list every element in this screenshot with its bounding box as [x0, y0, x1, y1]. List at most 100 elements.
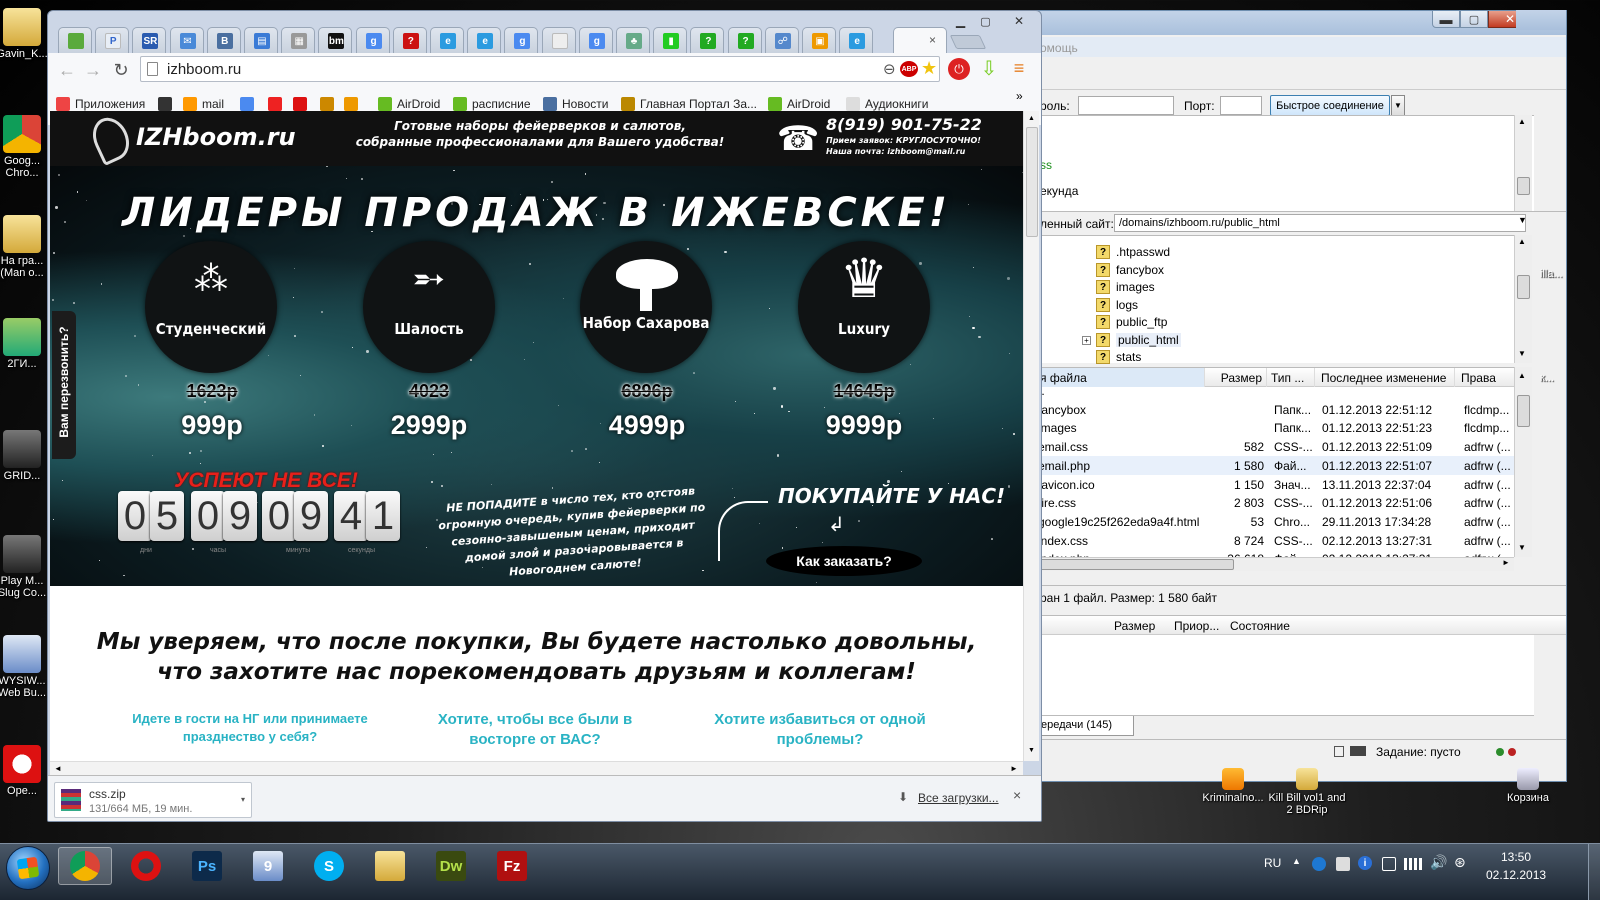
tray-info-icon[interactable]: i — [1358, 856, 1372, 870]
tree-item[interactable]: ? public_ftp — [1034, 314, 1434, 331]
browser-tab[interactable] — [58, 27, 92, 53]
browser-tab[interactable]: g — [504, 27, 539, 53]
minimize-button[interactable]: ▬ — [1432, 11, 1460, 28]
password-input[interactable] — [1078, 96, 1174, 115]
menu-icon[interactable]: ≡ — [1008, 57, 1030, 79]
download-menu-icon[interactable]: ▾ — [241, 795, 245, 804]
file-row[interactable]: email.css 582 CSS-... 01.12.2013 22:51:09 ad… — [1034, 437, 1514, 456]
tree-item[interactable]: ? logs — [1034, 297, 1434, 314]
remote-path-dropdown[interactable]: ▼ — [1518, 215, 1527, 225]
desktop-icon[interactable]: Kill Bill vol1 and 2 BDRip — [1268, 768, 1346, 816]
page-hscrollbar[interactable]: ◄ ► — [50, 761, 1023, 775]
maximize-button[interactable]: ▢ — [973, 13, 998, 29]
column-type[interactable]: Тип ... — [1266, 368, 1314, 387]
browser-tab[interactable]: ☍ — [764, 27, 799, 53]
close-window-button[interactable]: ✕ — [1003, 13, 1035, 29]
bookmark-star-icon[interactable]: ★ — [921, 58, 937, 79]
page-vscrollbar[interactable]: ▲ ▼ — [1023, 111, 1039, 761]
show-desktop-button[interactable] — [1588, 844, 1600, 900]
bookmark-item[interactable] — [293, 97, 312, 111]
tree-item[interactable]: +? public_html — [1034, 332, 1434, 349]
tray-network-icon[interactable] — [1312, 857, 1326, 871]
desktop-icon[interactable]: WYSIW... Web Bu... — [0, 635, 52, 699]
browser-tab[interactable]: ♣ — [616, 27, 650, 53]
file-row[interactable]: email.php 1 580 Фай... 01.12.2013 22:51:07 a… — [1034, 455, 1514, 475]
taskbar-button[interactable]: Fz — [485, 847, 539, 885]
browser-tab[interactable]: SR — [132, 27, 167, 53]
download-extension-icon[interactable]: ⇩ — [978, 57, 1000, 80]
browser-tab[interactable]: e — [839, 27, 874, 53]
desktop-icon[interactable]: Kriminalno... — [1194, 768, 1272, 804]
bookmark-item[interactable]: Приложения — [56, 97, 145, 111]
tray-signal-icon[interactable] — [1404, 858, 1422, 870]
browser-tab[interactable]: ▮ — [653, 27, 688, 53]
new-tab-button[interactable] — [949, 35, 987, 49]
browser-tab[interactable]: g — [578, 27, 613, 53]
browser-tab[interactable]: ▤ — [244, 27, 278, 53]
browser-tab[interactable]: e — [467, 27, 502, 53]
taskbar-button[interactable]: Ps — [180, 847, 234, 885]
browser-tab[interactable]: g — [355, 27, 390, 53]
taskbar-button[interactable]: 9 — [241, 847, 295, 885]
tab-active[interactable]: × — [893, 27, 947, 54]
close-shelf-icon[interactable]: × — [1013, 787, 1021, 803]
file-row[interactable]: .. — [1034, 387, 1514, 400]
extension-stop-icon[interactable]: ⏻ — [948, 58, 970, 80]
forward-icon[interactable]: → — [82, 59, 104, 81]
taskbar-button[interactable] — [363, 847, 417, 885]
taskbar-button[interactable] — [58, 847, 112, 885]
quickconnect-button[interactable]: Быстрое соединение — [1270, 95, 1390, 116]
maximize-button[interactable]: ▢ — [1460, 11, 1488, 28]
port-input[interactable] — [1220, 96, 1262, 115]
more-bookmarks-icon[interactable]: » — [1016, 89, 1023, 103]
minimize-button[interactable]: ▁ — [948, 13, 973, 29]
bookmark-item[interactable]: AirDroid — [378, 97, 440, 111]
bookmark-item[interactable] — [320, 97, 339, 111]
browser-tab[interactable] — [541, 27, 576, 53]
file-list-scrollbar[interactable]: ▲ ▼ — [1514, 367, 1532, 557]
bookmark-item[interactable]: Новости — [543, 97, 608, 111]
tray-app-icon[interactable] — [1336, 857, 1350, 871]
quickconnect-history-dropdown[interactable]: ▼ — [1391, 95, 1405, 116]
desktop-icon[interactable]: 2ГИ... — [0, 318, 52, 370]
column-size[interactable]: Размер — [1204, 368, 1266, 387]
bookmark-item[interactable]: расписние — [453, 97, 531, 111]
desktop-icon[interactable]: GRID... — [0, 430, 52, 482]
product-circle-sakharov[interactable]: Набор Сахарова — [580, 241, 712, 373]
taskbar-button[interactable] — [119, 847, 173, 885]
queue-column-size[interactable]: Размер — [1114, 619, 1155, 633]
file-row[interactable]: index.css 8 724 CSS-... 02.12.2013 13:27:31… — [1034, 531, 1514, 550]
phone-number[interactable]: 8(919) 901-75-22 — [826, 115, 982, 134]
expand-icon[interactable]: + — [1082, 335, 1091, 345]
bookmark-item[interactable]: AirDroid — [768, 97, 830, 111]
tree-item[interactable]: ? images — [1034, 279, 1434, 296]
file-row[interactable]: images Папк... 01.12.2013 22:51:23 flcdmp..… — [1034, 418, 1514, 437]
browser-tab[interactable]: ▦ — [281, 27, 316, 53]
bookmark-item[interactable] — [344, 97, 363, 111]
taskbar-button[interactable]: Dw — [424, 847, 478, 885]
how-to-order-button[interactable]: Как заказать? — [766, 546, 922, 576]
adblock-icon[interactable]: ABP — [900, 61, 918, 77]
browser-tab[interactable]: bm — [318, 27, 353, 53]
clock-time[interactable]: 13:50 — [1486, 850, 1546, 864]
language-indicator[interactable]: RU — [1264, 856, 1281, 870]
omnibox[interactable]: izhboom.ru ⊖ ABP ★ — [140, 56, 940, 82]
file-list-hscrollbar[interactable]: ► — [1034, 557, 1514, 571]
tray-clipboard-icon[interactable] — [1382, 857, 1396, 871]
tree-scrollbar[interactable]: ▲ ▼ — [1514, 235, 1532, 363]
desktop-icon[interactable]: Play M... Slug Co... — [0, 535, 52, 599]
desktop-icon[interactable]: Gavin_K... — [0, 8, 52, 60]
product-circle-luxury[interactable]: ♛ Luxury — [798, 241, 930, 373]
tray-expand-icon[interactable]: ▲ — [1292, 856, 1301, 866]
back-icon[interactable]: ← — [56, 59, 78, 81]
browser-tab[interactable]: В — [206, 27, 241, 53]
bookmark-item[interactable] — [158, 97, 177, 111]
tree-item[interactable]: ? fancybox — [1034, 262, 1434, 279]
all-downloads-link[interactable]: Все загрузки... — [918, 791, 999, 805]
browser-tab[interactable]: ✉ — [169, 27, 204, 53]
browser-tab[interactable]: ? — [392, 27, 427, 53]
queue-column-state[interactable]: Состояние — [1230, 619, 1290, 633]
tray-wifi-icon[interactable]: ⊛ — [1454, 854, 1466, 871]
desktop-icon[interactable]: Корзина — [1498, 768, 1558, 804]
file-row[interactable]: fire.css 2 803 CSS-... 01.12.2013 22:51:06 a… — [1034, 493, 1514, 512]
